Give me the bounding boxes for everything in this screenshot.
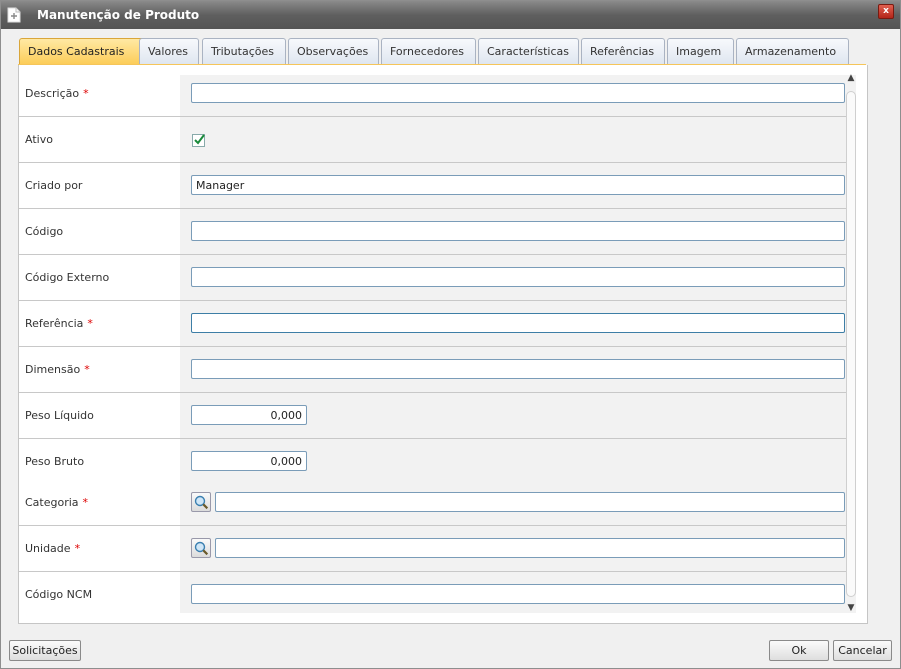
required-marker: * [87,317,93,330]
scroll-down-icon[interactable]: ▼ [846,603,856,613]
unidade-label-text: Unidade [25,542,71,555]
descricao-input[interactable] [191,83,845,103]
tab-valores[interactable]: Valores [139,38,199,64]
form-panel: Descrição* Ativo Criado por Código Códig… [18,65,868,624]
categoria-label: Categoria * [25,496,88,509]
criado-por-input[interactable] [191,175,845,195]
peso-bruto-label: Peso Bruto [25,455,85,468]
row-descricao: Descrição * [19,71,855,117]
row-criado-por: Criado por [19,163,855,209]
descricao-label: Descrição * [25,87,89,100]
row-codigo: Código [19,209,855,255]
unidade-lookup-button[interactable] [191,538,211,558]
dimensao-label: Dimensão * [25,363,90,376]
row-codigo-externo: Código Externo [19,255,855,301]
codigo-ncm-input[interactable] [191,584,845,604]
peso-liquido-input[interactable] [191,405,307,425]
vertical-scrollbar[interactable]: ▲ ▼ [844,71,858,617]
ok-button[interactable]: Ok [769,640,829,661]
tab-armazenamento[interactable]: Armazenamento [736,38,849,64]
required-marker: * [82,496,89,509]
close-button[interactable]: x [878,4,894,19]
ativo-label: Ativo [25,133,53,146]
checkmark-icon [194,134,205,145]
dimensao-label-text: Dimensão [25,363,81,376]
tab-caracteristicas[interactable]: Características [478,38,579,64]
document-icon [7,7,21,23]
required-marker: * [74,542,81,555]
unidade-label: Unidade * [25,542,80,555]
required-marker: * [83,87,89,100]
solicitacoes-button[interactable]: Solicitações [9,640,81,661]
window-title: Manutenção de Produto [37,8,200,22]
unidade-input[interactable] [215,538,845,558]
tab-tributacoes[interactable]: Tributações [202,38,286,64]
referencia-label: Referência * [25,317,93,330]
tab-bar: Dados Cadastrais Valores Tributações Obs… [19,38,859,64]
scroll-track[interactable] [846,91,856,597]
row-categoria: Categoria * [19,479,855,526]
dimensao-input[interactable] [191,359,845,379]
categoria-input[interactable] [215,492,845,512]
ativo-checkbox[interactable] [192,134,205,147]
row-peso-bruto: Peso Bruto [19,439,855,484]
row-unidade: Unidade * [19,526,855,572]
scroll-up-icon[interactable]: ▲ [846,73,856,83]
codigo-externo-label: Código Externo [25,271,110,284]
codigo-externo-input[interactable] [191,267,845,287]
tab-fornecedores[interactable]: Fornecedores [381,38,476,64]
peso-liquido-label: Peso Líquido [25,409,94,422]
magnifier-icon [194,541,209,556]
referencia-label-text: Referência [25,317,84,330]
tab-dados-cadastrais[interactable]: Dados Cadastrais [19,38,147,64]
codigo-ncm-label: Código NCM [25,588,93,601]
product-maintenance-window: Manutenção de Produto x Dados Cadastrais… [0,0,901,669]
tab-referencias[interactable]: Referências [581,38,665,64]
row-peso-liquido: Peso Líquido [19,393,855,439]
row-ativo: Ativo [19,117,855,163]
tab-observacoes[interactable]: Observações [288,38,379,64]
row-codigo-ncm: Código NCM [19,572,855,617]
title-bar: Manutenção de Produto x [1,1,900,29]
categoria-lookup-button[interactable] [191,492,211,512]
codigo-label: Código [25,225,64,238]
cancel-button[interactable]: Cancelar [833,640,892,661]
codigo-input[interactable] [191,221,845,241]
row-referencia: Referência * [19,301,855,347]
required-marker: * [84,363,90,376]
row-dimensao: Dimensão * [19,347,855,393]
categoria-label-text: Categoria [25,496,79,509]
referencia-input[interactable] [191,313,845,333]
tab-imagem[interactable]: Imagem [667,38,734,64]
descricao-label-text: Descrição [25,87,80,100]
criado-por-label: Criado por [25,179,83,192]
magnifier-icon [194,495,209,510]
peso-bruto-input[interactable] [191,451,307,471]
